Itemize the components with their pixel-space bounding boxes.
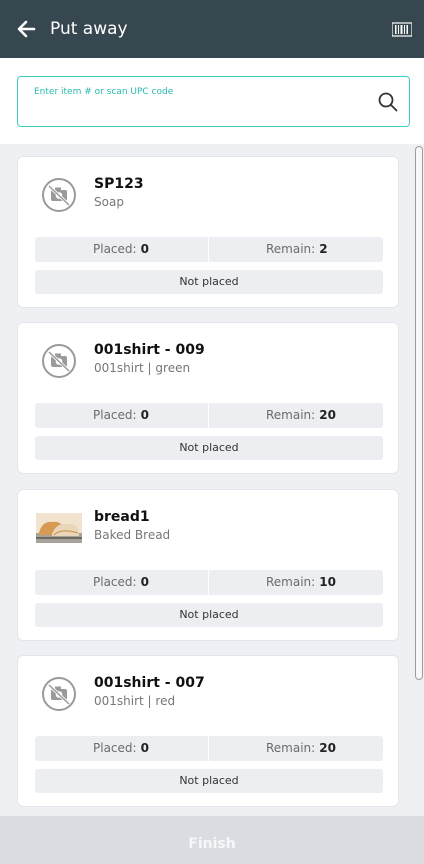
item-name: 001shirt | green bbox=[94, 361, 191, 375]
placed-label: Placed: bbox=[93, 575, 137, 589]
finish-button[interactable]: Finish bbox=[0, 816, 424, 864]
placed-stat: Placed: 0 bbox=[35, 237, 209, 262]
search-placeholder: Enter item # or scan UPC code bbox=[34, 87, 174, 97]
remain-value: 20 bbox=[319, 408, 336, 422]
item-name: Baked Bread bbox=[94, 528, 171, 542]
placed-value: 0 bbox=[140, 741, 149, 755]
remain-stat: Remain: 20 bbox=[209, 403, 383, 428]
status-badge: Not placed bbox=[35, 769, 383, 793]
item-card[interactable]: SP123 Soap Placed: 0 Remain: 2 Not placed bbox=[17, 156, 399, 308]
status-badge: Not placed bbox=[35, 603, 383, 627]
item-stats: Placed: 0 Remain: 10 bbox=[35, 570, 383, 595]
remain-label: Remain: bbox=[266, 575, 316, 589]
no-image-icon bbox=[36, 341, 82, 381]
item-card[interactable]: 001shirt - 007 001shirt | red Placed: 0 R… bbox=[17, 655, 399, 807]
remain-value: 2 bbox=[319, 242, 328, 256]
placed-value: 0 bbox=[140, 408, 149, 422]
barcode-icon[interactable] bbox=[392, 21, 412, 37]
remain-stat: Remain: 2 bbox=[209, 237, 383, 262]
status-badge: Not placed bbox=[35, 270, 383, 294]
remain-label: Remain: bbox=[266, 242, 316, 256]
item-stats: Placed: 0 Remain: 20 bbox=[35, 403, 383, 428]
remain-label: Remain: bbox=[266, 741, 316, 755]
no-image-icon bbox=[36, 175, 82, 215]
item-card[interactable]: bread1 Baked Bread Placed: 0 Remain: 10 No… bbox=[17, 489, 399, 641]
item-stats: Placed: 0 Remain: 20 bbox=[35, 736, 383, 761]
app-bar: Put away bbox=[0, 0, 424, 58]
placed-value: 0 bbox=[140, 575, 149, 589]
scrollbar[interactable] bbox=[414, 144, 424, 816]
page-title: Put away bbox=[50, 19, 128, 39]
placed-label: Placed: bbox=[93, 242, 137, 256]
search-icon[interactable] bbox=[377, 91, 399, 113]
placed-stat: Placed: 0 bbox=[35, 736, 209, 761]
item-code: 001shirt - 009 bbox=[94, 342, 205, 358]
search-input[interactable]: Enter item # or scan UPC code bbox=[17, 76, 410, 127]
status-badge: Not placed bbox=[35, 436, 383, 460]
no-image-icon bbox=[36, 674, 82, 714]
item-code: bread1 bbox=[94, 509, 150, 525]
placed-label: Placed: bbox=[93, 408, 137, 422]
placed-stat: Placed: 0 bbox=[35, 570, 209, 595]
item-code: SP123 bbox=[94, 176, 144, 192]
remain-stat: Remain: 20 bbox=[209, 736, 383, 761]
remain-stat: Remain: 10 bbox=[209, 570, 383, 595]
remain-label: Remain: bbox=[266, 408, 316, 422]
search-section: Enter item # or scan UPC code bbox=[0, 58, 424, 144]
arrow-left-icon[interactable] bbox=[16, 17, 36, 41]
placed-stat: Placed: 0 bbox=[35, 403, 209, 428]
item-stats: Placed: 0 Remain: 2 bbox=[35, 237, 383, 262]
item-list: SP123 Soap Placed: 0 Remain: 2 Not placed … bbox=[0, 144, 414, 816]
bread-image bbox=[36, 508, 82, 548]
placed-label: Placed: bbox=[93, 741, 137, 755]
remain-value: 10 bbox=[319, 575, 336, 589]
remain-value: 20 bbox=[319, 741, 336, 755]
placed-value: 0 bbox=[140, 242, 149, 256]
item-name: Soap bbox=[94, 195, 124, 209]
item-card[interactable]: 001shirt - 009 001shirt | green Placed: 0… bbox=[17, 322, 399, 474]
item-name: 001shirt | red bbox=[94, 694, 176, 708]
scrollbar-thumb[interactable] bbox=[415, 146, 423, 680]
item-code: 001shirt - 007 bbox=[94, 675, 205, 691]
